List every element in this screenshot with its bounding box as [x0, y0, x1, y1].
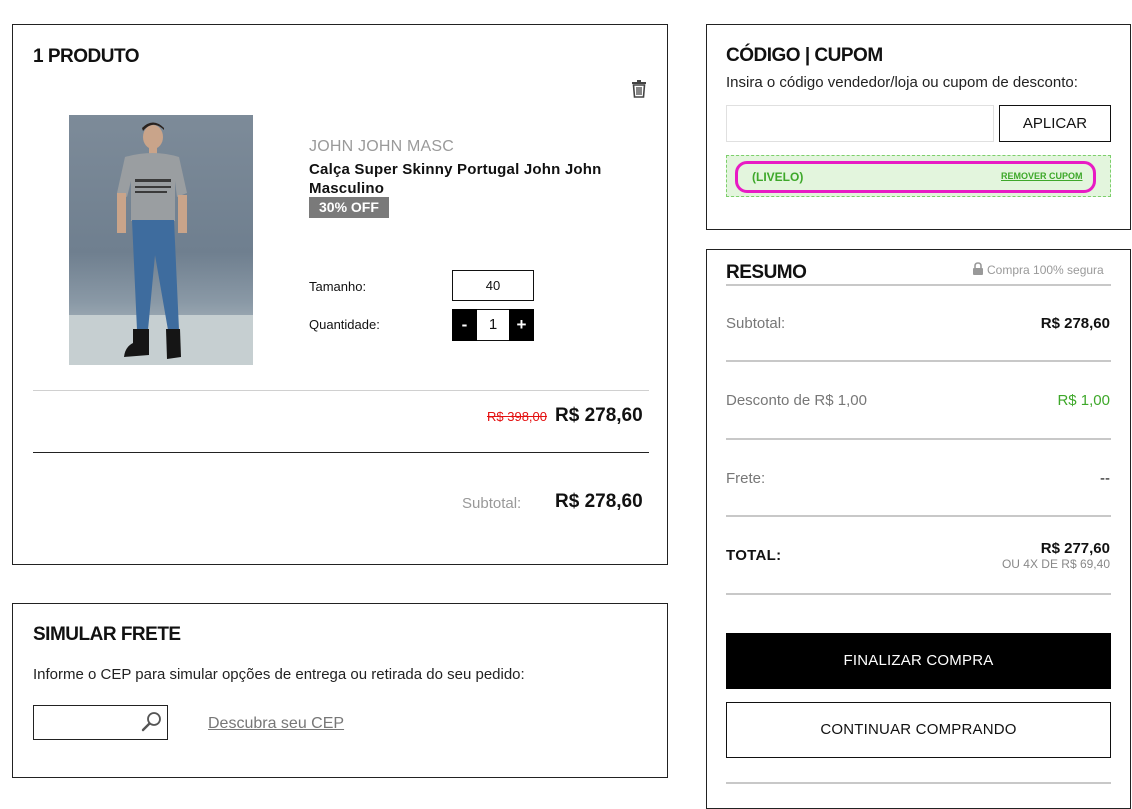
- old-price: R$ 398,00: [487, 409, 547, 424]
- total-value: R$ 277,60: [1040, 540, 1110, 557]
- installments-text: OU 4X DE R$ 69,40: [1001, 557, 1110, 571]
- product-name[interactable]: Calça Super Skinny Portugal John John Ma…: [309, 160, 639, 198]
- divider: [33, 452, 649, 453]
- quantity-value[interactable]: 1: [477, 309, 509, 341]
- size-select[interactable]: 40: [452, 270, 534, 301]
- secure-purchase: Compra 100% segura: [972, 262, 1104, 278]
- summary-title: RESUMO: [726, 262, 807, 283]
- coupon-input[interactable]: [726, 105, 994, 142]
- secure-text: Compra 100% segura: [987, 263, 1104, 277]
- find-cep-link[interactable]: Descubra seu CEP: [208, 715, 344, 733]
- shipping-value: --: [1100, 470, 1110, 487]
- coupon-title: CÓDIGO | CUPOM: [726, 45, 883, 66]
- trash-icon[interactable]: [631, 80, 647, 98]
- cart-subtotal-label: Subtotal:: [462, 495, 522, 512]
- checkout-button[interactable]: FINALIZAR COMPRA: [726, 633, 1111, 689]
- discount-badge: 30% OFF: [309, 197, 389, 218]
- divider: [726, 782, 1111, 784]
- apply-coupon-button[interactable]: APLICAR: [999, 105, 1111, 142]
- quantity-increase-button[interactable]: +: [509, 309, 534, 341]
- coupon-panel: CÓDIGO | CUPOM Insira o código vendedor/…: [706, 24, 1131, 230]
- coupon-description: Insira o código vendedor/loja ou cupom d…: [726, 74, 1078, 91]
- shipping-description: Informe o CEP para simular opções de ent…: [33, 666, 525, 683]
- size-label: Tamanho:: [309, 279, 367, 294]
- shipping-title: SIMULAR FRETE: [33, 624, 181, 645]
- discount-value: R$ 1,00: [1057, 392, 1110, 409]
- applied-coupon: (LIVELO) REMOVER CUPOM: [726, 155, 1111, 197]
- divider: [33, 390, 649, 391]
- cart-products-panel: 1 PRODUTO JOHN JOHN MASC Calça Super Ski…: [12, 24, 668, 565]
- order-summary-panel: RESUMO Compra 100% segura Subtotal: R$ 2…: [706, 249, 1131, 809]
- continue-shopping-button[interactable]: CONTINUAR COMPRANDO: [726, 702, 1111, 758]
- quantity-label: Quantidade:: [309, 317, 380, 332]
- quantity-decrease-button[interactable]: -: [452, 309, 477, 341]
- remove-coupon-link[interactable]: REMOVER CUPOM: [1001, 171, 1083, 181]
- cart-subtotal-value: R$ 278,60: [555, 491, 643, 512]
- summary-subtotal-value: R$ 278,60: [1040, 315, 1110, 332]
- divider: [726, 284, 1111, 286]
- summary-subtotal-label: Subtotal:: [726, 315, 786, 332]
- product-brand[interactable]: JOHN JOHN MASC: [309, 138, 454, 156]
- divider: [726, 593, 1111, 595]
- discount-label: Desconto de R$ 1,00: [726, 392, 867, 409]
- divider: [726, 515, 1111, 517]
- divider: [726, 360, 1111, 362]
- item-price: R$ 278,60: [555, 405, 643, 426]
- product-image[interactable]: [69, 115, 253, 365]
- search-icon[interactable]: [141, 711, 163, 733]
- shipping-simulator-panel: SIMULAR FRETE Informe o CEP para simular…: [12, 603, 668, 778]
- lock-icon: [972, 262, 984, 278]
- total-label: TOTAL:: [726, 547, 782, 564]
- divider: [726, 438, 1111, 440]
- cart-title: 1 PRODUTO: [33, 46, 140, 67]
- shipping-label: Frete:: [726, 470, 766, 487]
- applied-coupon-code: (LIVELO): [752, 170, 804, 184]
